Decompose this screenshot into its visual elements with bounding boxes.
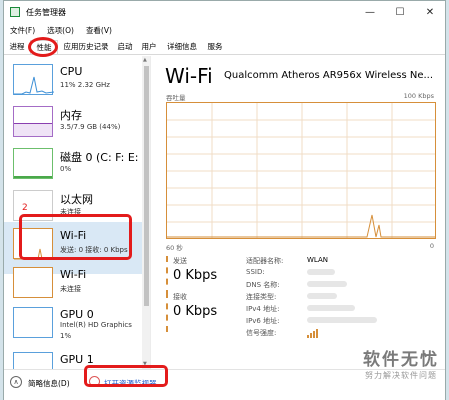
resource-name: 以太网 [60, 193, 93, 206]
throughput-graph [166, 102, 436, 239]
cpu-thumbnail [13, 64, 55, 95]
resource-detail-2: 1% [60, 332, 72, 340]
adapter-name: Qualcomm Atheros AR956x Wireless Ne... [224, 70, 434, 81]
tab-users[interactable]: 用户 [138, 40, 160, 54]
resource-name: GPU 0 [60, 308, 94, 321]
signal-strength-icon [307, 329, 321, 338]
property-key: IPv6 地址: [246, 317, 280, 325]
resource-detail: 0% [60, 165, 72, 173]
window-title: 任务管理器 [26, 7, 66, 17]
task-manager-window: 任务管理器 — ☐ ✕ 文件(F) 选项(O) 查看(V) 进程 性能 应用历史… [3, 0, 446, 400]
annotation-rect-wifi [19, 214, 132, 260]
property-value: WLAN [307, 256, 329, 264]
chevron-up-icon[interactable]: ∧ [10, 376, 22, 388]
tab-bar: 进程 性能 应用历史记录 启动 用户 详细信息 服务 [4, 38, 445, 55]
tab-services[interactable]: 服务 [204, 40, 226, 54]
resource-detail: 3.5/7.9 GB (44%) [60, 123, 121, 131]
send-legend-marker [166, 256, 168, 296]
property-value-redacted [307, 268, 335, 276]
property-value-redacted [307, 280, 347, 288]
graph-label-max: 100 Kbps [403, 92, 434, 100]
annotation-rect-resource-monitor [84, 365, 168, 387]
close-button[interactable]: ✕ [415, 1, 445, 23]
property-row: 连接类型: [246, 292, 436, 303]
tab-processes[interactable]: 进程 [6, 40, 28, 54]
tab-app-history[interactable]: 应用历史记录 [60, 40, 112, 54]
disk-thumbnail [13, 148, 53, 179]
throughput-graph-grid [167, 103, 435, 238]
tab-startup[interactable]: 启动 [114, 40, 136, 54]
memory-thumbnail [13, 106, 53, 137]
property-row: 信号强度: [246, 328, 436, 339]
property-key: SSID: [246, 268, 265, 276]
fewer-details-link[interactable]: 简略信息(D) [28, 378, 70, 389]
property-row: DNS 名称: [246, 280, 436, 291]
resource-detail: Intel(R) HD Graphics [60, 321, 132, 329]
annotation-step-number: 2 [22, 203, 28, 213]
property-row: IPv4 地址: [246, 304, 436, 315]
resource-name: CPU [60, 65, 83, 78]
property-row: 适配器名称: WLAN [246, 256, 436, 267]
property-key: IPv4 地址: [246, 305, 280, 313]
property-key: 信号强度: [246, 329, 277, 337]
gpu-thumbnail [13, 307, 53, 338]
annotation-oval-performance-tab [28, 37, 58, 57]
watermark: 软件无忧 努力解决软件问题 [363, 345, 439, 381]
resource-scrollbar[interactable]: ▲ ▼ [142, 56, 150, 369]
watermark-main-text: 软件无忧 [363, 350, 439, 370]
scroll-thumb[interactable] [144, 66, 149, 306]
resource-name: 磁盘 0 (C: F: E: [60, 151, 139, 164]
property-row: IPv6 地址: [246, 316, 436, 327]
detail-panel: Wi-Fi Qualcomm Atheros AR956x Wireless N… [154, 56, 444, 369]
resource-detail: 未连接 [60, 285, 81, 293]
property-key: 连接类型: [246, 293, 277, 301]
detail-title: Wi-Fi [165, 64, 213, 88]
wifi-thumbnail [13, 267, 53, 298]
send-value: 0 Kbps [173, 268, 218, 283]
gpu-thumbnail [13, 352, 53, 369]
property-value-redacted [307, 304, 355, 312]
property-row: SSID: [246, 268, 436, 279]
window-controls: — ☐ ✕ [355, 1, 445, 23]
graph-zero-label: 0 [429, 242, 434, 250]
resource-detail: 11% 2.32 GHz [60, 81, 110, 89]
maximize-button[interactable]: ☐ [385, 1, 415, 23]
resource-name: 内存 [60, 109, 82, 122]
menu-bar: 文件(F) 选项(O) 查看(V) [4, 23, 445, 37]
scroll-up-icon[interactable]: ▲ [143, 57, 147, 63]
receive-value: 0 Kbps [173, 304, 218, 319]
tab-details[interactable]: 详细信息 [162, 40, 202, 54]
receive-legend-marker [166, 292, 168, 332]
property-key: DNS 名称: [246, 281, 280, 289]
property-value-redacted [307, 292, 337, 300]
property-value-redacted [307, 316, 377, 324]
resource-name: Wi-Fi [60, 268, 87, 281]
property-key: 适配器名称: [246, 257, 284, 265]
menu-view[interactable]: 查看(V) [86, 25, 112, 36]
task-manager-icon [10, 7, 20, 17]
watermark-sub-text: 努力解决软件问题 [365, 371, 437, 380]
menu-file[interactable]: 文件(F) [10, 25, 35, 36]
title-bar[interactable]: 任务管理器 — ☐ ✕ [4, 1, 445, 23]
graph-label-throughput: 吞吐量 [166, 94, 186, 102]
menu-options[interactable]: 选项(O) [47, 25, 74, 36]
graph-time-label: 60 秒 [166, 244, 183, 252]
receive-label: 接收 [173, 293, 187, 301]
send-label: 发送 [173, 257, 187, 265]
minimize-button[interactable]: — [355, 1, 385, 23]
